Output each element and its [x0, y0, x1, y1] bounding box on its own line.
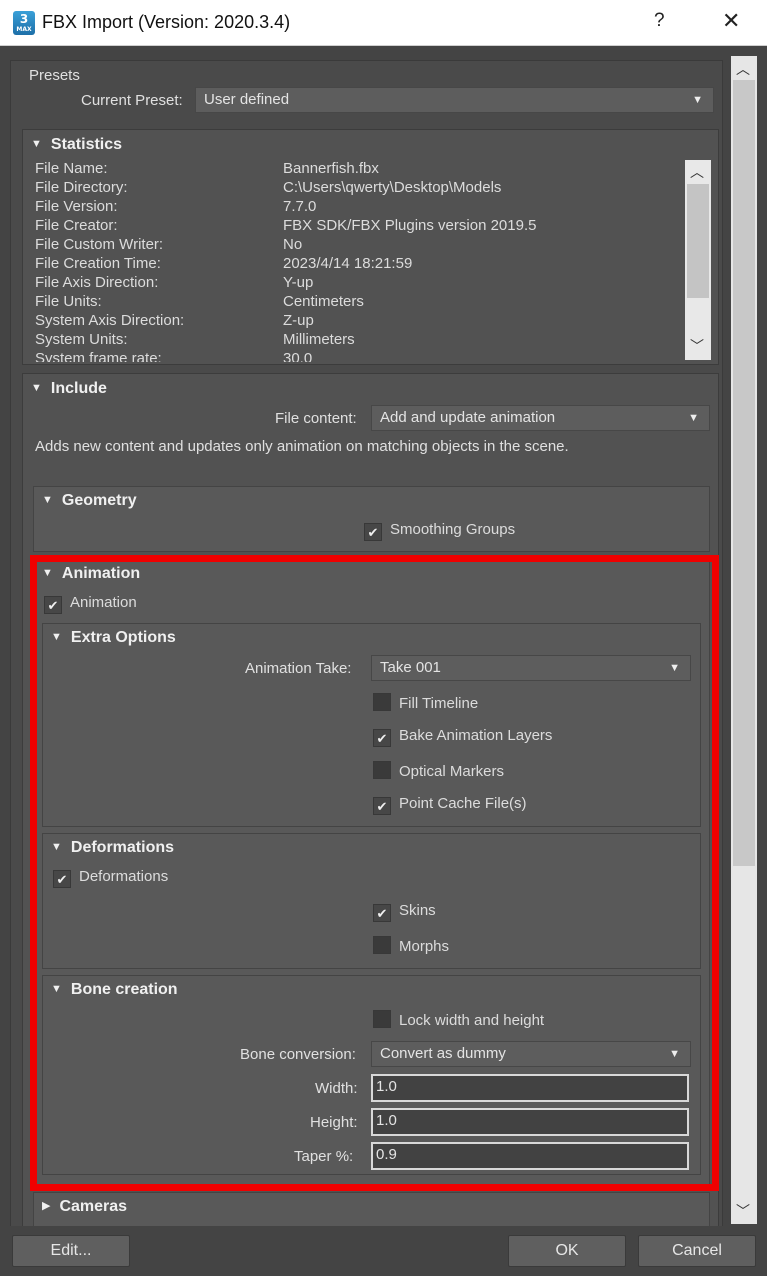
height-input[interactable]: 1.0	[371, 1108, 689, 1136]
scroll-down-icon[interactable]: ﹀	[690, 336, 704, 356]
scroll-up-icon[interactable]: ︿	[690, 162, 704, 182]
point-cache-checkbox[interactable]: ✔ Point Cache File(s)	[373, 795, 527, 817]
animation-header[interactable]: ▼ Animation	[42, 565, 140, 583]
window-title: FBX Import (Version: 2020.3.4)	[42, 12, 291, 32]
checkbox-unchecked-icon	[373, 693, 391, 711]
height-label: Height:	[310, 1114, 358, 1131]
deformations-header[interactable]: ▼ Deformations	[51, 839, 174, 857]
cancel-button[interactable]: Cancel	[638, 1235, 756, 1267]
taper-input[interactable]: 0.9	[371, 1142, 689, 1170]
bone-conversion-dropdown[interactable]: Convert as dummy ▼	[371, 1041, 691, 1067]
cameras-section: ▶ Cameras	[33, 1192, 710, 1226]
expanded-triangle-icon: ▼	[31, 138, 42, 150]
cameras-header[interactable]: ▶ Cameras	[42, 1198, 127, 1216]
chevron-down-icon: ▼	[669, 662, 680, 674]
statistics-list: File Name: Bannerfish.fbx File Directory:…	[35, 160, 537, 362]
collapsed-triangle-icon: ▶	[42, 1200, 51, 1212]
dialog-footer: Edit... OK Cancel	[0, 1226, 767, 1276]
extra-options-section: ▼ Extra Options Animation Take: Take 001 …	[42, 623, 701, 827]
file-content-value: Add and update animation	[380, 409, 556, 426]
animation-checkbox[interactable]: ✔ Animation	[44, 594, 137, 616]
bake-animation-layers-checkbox[interactable]: ✔ Bake Animation Layers	[373, 727, 552, 749]
geometry-header[interactable]: ▼ Geometry	[42, 492, 137, 510]
taper-label: Taper %:	[294, 1148, 354, 1165]
include-description: Adds new content and updates only animat…	[35, 438, 569, 455]
checkbox-unchecked-icon	[373, 936, 391, 954]
help-icon[interactable]: ?	[654, 10, 665, 32]
bone-conversion-value: Convert as dummy	[380, 1045, 506, 1062]
title-bar: 3 MAX FBX Import (Version: 2020.3.4) ? ✕	[0, 0, 767, 46]
width-label: Width:	[315, 1080, 358, 1097]
current-preset-dropdown[interactable]: User defined ▼	[195, 87, 714, 113]
statistics-section: ▼ Statistics File Name: Bannerfish.fbx Fil…	[22, 129, 719, 365]
expanded-triangle-icon: ▼	[42, 567, 53, 579]
skins-checkbox[interactable]: ✔ Skins	[373, 902, 436, 924]
scroll-up-icon[interactable]: ︿	[736, 59, 750, 79]
animation-section: ▼ Animation ✔ Animation ▼ Extra Options Ani…	[33, 559, 710, 1185]
statistics-header[interactable]: ▼ Statistics	[31, 136, 122, 154]
animation-take-dropdown[interactable]: Take 001 ▼	[371, 655, 691, 681]
expanded-triangle-icon: ▼	[31, 382, 42, 394]
checkbox-checked-icon: ✔	[44, 596, 62, 614]
chevron-down-icon: ▼	[692, 94, 703, 106]
edit-button[interactable]: Edit...	[12, 1235, 130, 1267]
current-preset-value: User defined	[204, 91, 290, 108]
file-content-dropdown[interactable]: Add and update animation ▼	[371, 405, 710, 431]
bone-conversion-label: Bone conversion:	[240, 1046, 356, 1063]
animation-take-value: Take 001	[380, 659, 441, 676]
app-icon: 3 MAX	[13, 11, 35, 35]
expanded-triangle-icon: ▼	[51, 983, 62, 995]
expanded-triangle-icon: ▼	[51, 841, 62, 853]
checkbox-checked-icon: ✔	[364, 523, 382, 541]
checkbox-checked-icon: ✔	[53, 870, 71, 888]
include-section: ▼ Include File content: Add and update an…	[22, 373, 719, 1226]
checkbox-unchecked-icon	[373, 1010, 391, 1028]
checkbox-checked-icon: ✔	[373, 729, 391, 747]
include-header[interactable]: ▼ Include	[31, 380, 107, 398]
presets-title: Presets	[29, 67, 80, 84]
dialog-content: Presets Current Preset: User defined ▼ ▼…	[0, 46, 731, 1226]
expanded-triangle-icon: ▼	[51, 631, 62, 643]
scroll-down-icon[interactable]: ﹀	[736, 1201, 750, 1221]
statistics-scrollbar[interactable]: ︿ ﹀	[685, 160, 711, 360]
checkbox-unchecked-icon	[373, 761, 391, 779]
bone-creation-header[interactable]: ▼ Bone creation	[51, 981, 178, 999]
checkbox-checked-icon: ✔	[373, 797, 391, 815]
expanded-triangle-icon: ▼	[42, 494, 53, 506]
ok-button[interactable]: OK	[508, 1235, 626, 1267]
chevron-down-icon: ▼	[669, 1048, 680, 1060]
outer-panel: Presets Current Preset: User defined ▼ ▼…	[10, 60, 723, 1226]
chevron-down-icon: ▼	[688, 412, 699, 424]
optical-markers-checkbox[interactable]: Optical Markers	[373, 761, 504, 783]
animation-take-label: Animation Take:	[245, 660, 352, 677]
geometry-section: ▼ Geometry ✔ Smoothing Groups	[33, 486, 710, 552]
smoothing-groups-checkbox[interactable]: ✔ Smoothing Groups	[364, 521, 515, 543]
morphs-checkbox[interactable]: Morphs	[373, 936, 449, 958]
current-preset-label: Current Preset:	[81, 92, 183, 109]
bone-creation-section: ▼ Bone creation Lock width and height Bon…	[42, 975, 701, 1175]
extra-options-header[interactable]: ▼ Extra Options	[51, 629, 176, 647]
deformations-section: ▼ Deformations ✔ Deformations ✔ Skins Morph…	[42, 833, 701, 969]
lock-width-height-checkbox[interactable]: Lock width and height	[373, 1010, 544, 1032]
close-icon[interactable]: ✕	[722, 8, 740, 34]
deformations-checkbox[interactable]: ✔ Deformations	[53, 868, 168, 890]
main-scrollbar[interactable]: ︿ ﹀	[731, 56, 757, 1224]
width-input[interactable]: 1.0	[371, 1074, 689, 1102]
scrollbar-thumb[interactable]	[687, 184, 709, 298]
fill-timeline-checkbox[interactable]: Fill Timeline	[373, 693, 478, 715]
checkbox-checked-icon: ✔	[373, 904, 391, 922]
file-content-label: File content:	[275, 410, 357, 427]
scrollbar-thumb[interactable]	[733, 80, 755, 866]
